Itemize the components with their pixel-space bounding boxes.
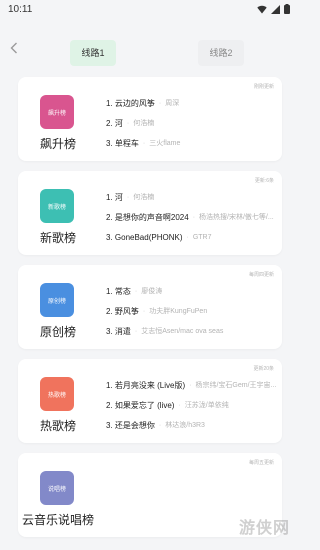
chart-card-soaring[interactable]: 飙升榜 飙升榜 刚刚更新 1. 云边的风筝 · 周深 2. 河 · 何浩楠 3. 单程车… — [18, 77, 282, 161]
chart-name: 云音乐说唱榜 — [21, 513, 94, 527]
chart-card-hot[interactable]: 热歌榜 热歌榜 更新20条 1. 若月亮没来 (Live版) · 杨宗纬/宝石Gem… — [18, 359, 282, 443]
song-title: 3. 消遣 — [106, 326, 131, 336]
separator: · — [134, 287, 138, 295]
update-note: 更新:6条 — [254, 178, 274, 184]
signal-icon — [271, 4, 280, 14]
song-artist: GTR7 — [192, 233, 212, 241]
update-note: 每周四更新 — [248, 272, 274, 278]
song-title: 2. 如果爱忘了 (live) — [106, 400, 175, 410]
tab-route-1[interactable]: 线路1 — [70, 40, 116, 66]
separator: · — [142, 139, 146, 147]
song-item[interactable]: 1. 河 · 何浩楠 — [106, 187, 276, 207]
separator: · — [178, 401, 181, 409]
song-artist: 廖俊涛 — [141, 288, 163, 295]
song-item[interactable]: 2. 河 · 何浩楠 — [106, 113, 276, 133]
tab-route-2[interactable]: 线路2 — [198, 40, 244, 66]
wifi-icon — [257, 5, 267, 13]
update-note: 每周五更新 — [248, 460, 274, 466]
song-artist: 三火flame — [149, 140, 181, 147]
separator: · — [142, 307, 146, 315]
song-title: 2. 河 — [106, 118, 123, 128]
song-item[interactable]: 1. 云边的风筝 · 周深 — [106, 93, 276, 113]
song-title: 1. 河 — [106, 192, 123, 202]
song-title: 3. 还是会想你 — [106, 420, 155, 430]
chart-cover: 原创榜 — [40, 283, 74, 317]
update-note: 更新20条 — [253, 366, 274, 372]
separator: · — [186, 233, 189, 241]
status-time: 10:11 — [8, 3, 33, 15]
song-item[interactable]: 3. 消遣 · 艾志恒Asen/mac ova seas — [106, 321, 276, 341]
song-artist: 杨浩热搜/宋林/傲七等/... — [199, 214, 274, 221]
song-list: 1. 云边的风筝 · 周深 2. 河 · 何浩楠 3. 单程车 · 三火flame — [106, 93, 276, 153]
song-list: 1. 河 · 何浩楠 2. 是想你的声音啊2024 · 杨浩热搜/宋林/傲七等/... … — [106, 187, 276, 247]
separator: · — [134, 327, 138, 335]
song-item[interactable]: 2. 如果爱忘了 (live) · 汪苏泷/单依纯 — [106, 395, 276, 415]
song-artist: 林达浪/h3R3 — [165, 422, 205, 429]
song-title: 2. 是想你的声音啊2024 — [106, 212, 189, 222]
status-bar: 10:11 — [0, 0, 300, 18]
back-button[interactable] — [6, 40, 22, 56]
separator: · — [192, 213, 196, 221]
song-artist: 杨宗纬/宝石Gem/王宇宙... — [195, 382, 276, 389]
chart-cover: 说唱榜 — [40, 471, 74, 505]
separator: · — [189, 381, 192, 389]
chart-name: 热歌榜 — [39, 419, 76, 433]
song-item[interactable]: 3. GoneBad(PHONK) · GTR7 — [106, 227, 276, 247]
chart-card-new[interactable]: 新歌榜 新歌榜 更新:6条 1. 河 · 何浩楠 2. 是想你的声音啊2024 · 杨浩… — [18, 171, 282, 255]
song-artist: 艾志恒Asen/mac ova seas — [141, 328, 224, 335]
watermark: 游侠网 — [238, 520, 290, 537]
chart-cover: 飙升榜 — [40, 95, 74, 129]
status-icons — [257, 4, 290, 14]
song-list: 1. 常态 · 廖俊涛 2. 野风筝 · 功夫胖KungFuPen 3. 消遣 · 艾志恒A… — [106, 281, 276, 341]
song-item[interactable]: 1. 常态 · 廖俊涛 — [106, 281, 276, 301]
song-item[interactable]: 3. 还是会想你 · 林达浪/h3R3 — [106, 415, 276, 435]
song-artist: 汪苏泷/单依纯 — [184, 402, 229, 409]
top-bar: 线路1 线路2 — [0, 18, 300, 66]
song-artist: 功夫胖KungFuPen — [149, 308, 208, 315]
chart-name: 飙升榜 — [39, 137, 76, 151]
chart-cover: 新歌榜 — [40, 189, 74, 223]
song-title: 3. 单程车 — [106, 138, 139, 148]
song-item[interactable]: 2. 野风筝 · 功夫胖KungFuPen — [106, 301, 276, 321]
chart-card-original[interactable]: 原创榜 原创榜 每周四更新 1. 常态 · 廖俊涛 2. 野风筝 · 功夫胖KungFu… — [18, 265, 282, 349]
song-title: 1. 常态 — [106, 286, 131, 296]
chart-name: 原创榜 — [39, 325, 76, 339]
separator: · — [158, 421, 162, 429]
song-title: 2. 野风筝 — [106, 306, 139, 316]
song-artist: 何浩楠 — [133, 194, 155, 201]
song-title: 3. GoneBad(PHONK) — [106, 232, 183, 242]
chart-name: 新歌榜 — [39, 231, 76, 245]
separator: · — [126, 193, 130, 201]
song-item[interactable]: 3. 单程车 · 三火flame — [106, 133, 276, 153]
update-note: 刚刚更新 — [253, 84, 274, 90]
song-artist: 周深 — [165, 100, 180, 107]
separator: · — [158, 99, 162, 107]
chart-cover: 热歌榜 — [40, 377, 74, 411]
song-artist: 何浩楠 — [133, 120, 155, 127]
song-list: 1. 若月亮没来 (Live版) · 杨宗纬/宝石Gem/王宇宙... 2. 如果爱… — [106, 375, 276, 435]
song-title: 1. 云边的风筝 — [106, 98, 155, 108]
song-title: 1. 若月亮没来 (Live版) — [106, 380, 186, 390]
separator: · — [126, 119, 130, 127]
song-item[interactable]: 2. 是想你的声音啊2024 · 杨浩热搜/宋林/傲七等/... — [106, 207, 276, 227]
chevron-left-icon — [10, 42, 17, 54]
battery-icon — [284, 4, 290, 14]
song-item[interactable]: 1. 若月亮没来 (Live版) · 杨宗纬/宝石Gem/王宇宙... — [106, 375, 276, 395]
chart-list: 飙升榜 飙升榜 刚刚更新 1. 云边的风筝 · 周深 2. 河 · 何浩楠 3. 单程车… — [18, 77, 282, 547]
